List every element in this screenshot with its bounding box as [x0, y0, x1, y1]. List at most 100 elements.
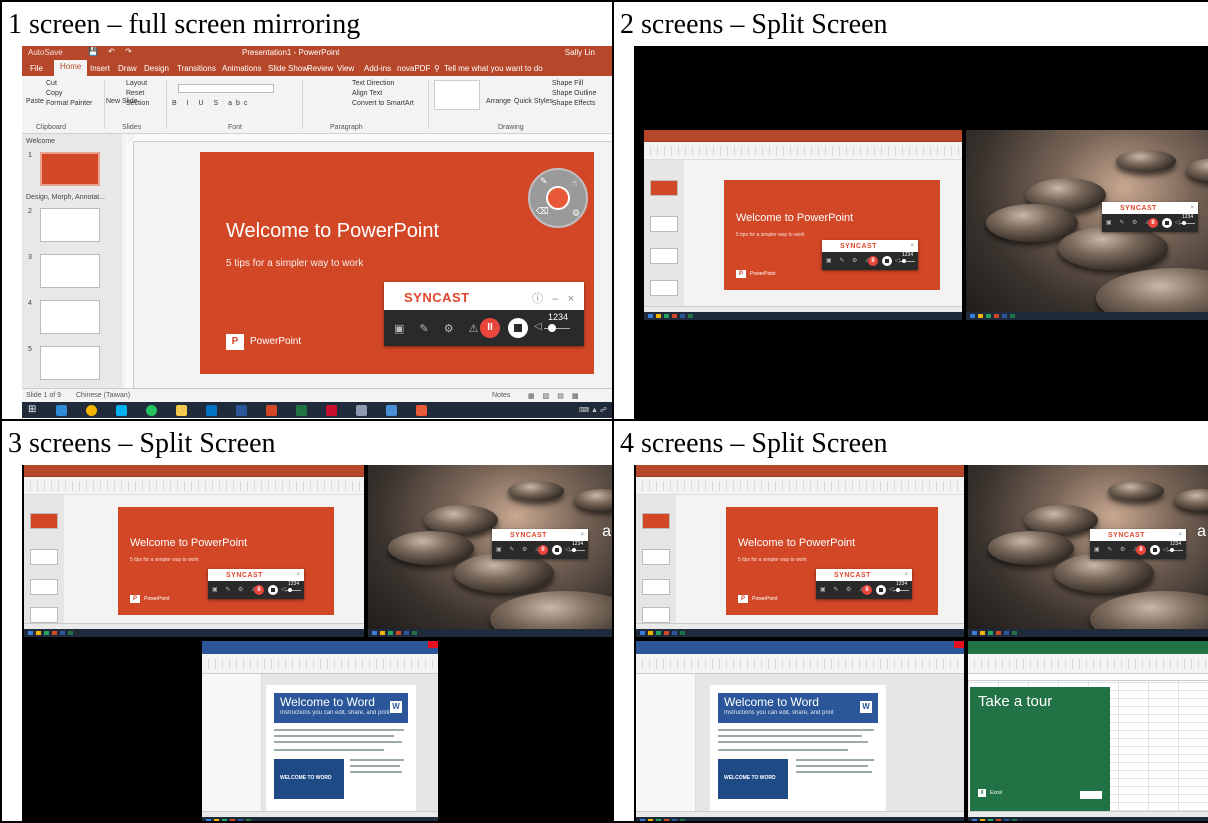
- reset-button[interactable]: Reset: [126, 90, 144, 97]
- file-explorer-icon[interactable]: [176, 405, 187, 416]
- stop-button[interactable]: [882, 256, 892, 266]
- acrobat-icon[interactable]: [326, 405, 337, 416]
- syncast-window-controls[interactable]: ⓘ – ×: [532, 290, 574, 306]
- tab-add-ins[interactable]: Add-ins: [364, 64, 391, 73]
- mini-desktop-screen[interactable]: a SYNCAST × ▣ ✎ ⚙ ⚠ II ◁ 1234: [368, 465, 613, 637]
- shape-fill-button[interactable]: Shape Fill: [552, 80, 583, 87]
- font-format-icons[interactable]: B I U S abc: [172, 100, 251, 107]
- pause-button[interactable]: II: [1148, 218, 1158, 228]
- tab-insert[interactable]: Insert: [90, 64, 110, 73]
- welcome-video[interactable]: WELCOME TO WORD: [718, 759, 788, 799]
- font-name-box[interactable]: [178, 84, 274, 93]
- tab-file[interactable]: File: [30, 64, 43, 73]
- tell-me-box[interactable]: Tell me what you want to do: [444, 64, 543, 73]
- user-name[interactable]: Sally Lin: [565, 48, 595, 57]
- app-icon[interactable]: [356, 405, 367, 416]
- syncast-tool-icons[interactable]: ▣ ✎ ⚙ ⚠: [826, 257, 873, 264]
- settings-icon[interactable]: ⚙: [572, 208, 580, 219]
- slide-thumbnail-3[interactable]: [40, 254, 100, 288]
- slide-thumbnail-5[interactable]: [40, 346, 100, 380]
- quick-access-icons[interactable]: 💾 ↶ ↷: [88, 47, 136, 56]
- notes-button[interactable]: Notes: [492, 392, 510, 399]
- close-icon[interactable]: ×: [1190, 205, 1194, 211]
- pointer-icon[interactable]: ☝: [572, 178, 577, 189]
- syncast-tool-icons[interactable]: ▣ ✎ ⚙ ⚠: [394, 322, 485, 335]
- layout-button[interactable]: Layout: [126, 80, 147, 87]
- tab-home[interactable]: Home: [54, 60, 88, 76]
- line-icon[interactable]: [146, 405, 157, 416]
- tab-review[interactable]: Review: [307, 64, 333, 73]
- tab-design[interactable]: Design: [144, 64, 169, 73]
- word-icon[interactable]: [236, 405, 247, 416]
- align-text-button[interactable]: Align Text: [352, 90, 382, 97]
- tab-animations[interactable]: Animations: [222, 64, 262, 73]
- section-welcome[interactable]: Welcome: [26, 138, 55, 145]
- close-icon[interactable]: ×: [580, 532, 584, 538]
- close-icon[interactable]: ×: [296, 572, 300, 578]
- stop-button[interactable]: [1162, 218, 1172, 228]
- quick-styles-button[interactable]: Quick Styles: [514, 98, 553, 105]
- pause-button[interactable]: II: [480, 318, 500, 338]
- pause-button[interactable]: II: [1136, 545, 1146, 555]
- stop-button[interactable]: [1150, 545, 1160, 555]
- stop-button[interactable]: [552, 545, 562, 555]
- mini-powerpoint-screen[interactable]: Welcome to PowerPoint 5 tips for a simpl…: [636, 465, 964, 637]
- mini-word-screen[interactable]: Welcome to Word Instructions you can edi…: [202, 641, 438, 821]
- language-status[interactable]: Chinese (Taiwan): [76, 392, 130, 399]
- autosave-label[interactable]: AutoSave: [28, 48, 63, 57]
- start-tour-button[interactable]: [1080, 791, 1102, 799]
- syncast-tool-icons[interactable]: ▣ ✎ ⚙ ⚠: [1094, 546, 1141, 553]
- section-button[interactable]: Section: [126, 100, 149, 107]
- mini-word-screen[interactable]: Welcome to Word Instructions you can edi…: [636, 641, 964, 821]
- syncast-tool-icons[interactable]: ▣ ✎ ⚙ ⚠: [212, 586, 259, 593]
- pause-button[interactable]: II: [538, 545, 548, 555]
- syncast-tool-icons[interactable]: ▣ ✎ ⚙ ⚠: [496, 546, 543, 553]
- pause-button[interactable]: II: [254, 585, 264, 595]
- slide-thumbnail-2[interactable]: [40, 208, 100, 242]
- volume-knob[interactable]: [548, 324, 556, 332]
- stop-button[interactable]: [876, 585, 886, 595]
- excel-icon[interactable]: [296, 405, 307, 416]
- edge-icon[interactable]: [56, 405, 67, 416]
- pause-button[interactable]: II: [868, 256, 878, 266]
- syncast-taskbar-icon[interactable]: [416, 405, 427, 416]
- stop-button[interactable]: [268, 585, 278, 595]
- mini-desktop-screen[interactable]: a SYNCAST × ▣ ✎ ⚙ ⚠ II ◁ 1234: [968, 465, 1208, 637]
- shape-outline-button[interactable]: Shape Outline: [552, 90, 596, 97]
- mini-powerpoint-screen[interactable]: Welcome to PowerPoint 5 tips for a simpl…: [644, 130, 962, 320]
- mini-powerpoint-screen[interactable]: Welcome to PowerPoint 5 tips for a simpl…: [24, 465, 364, 637]
- volume-knob[interactable]: [896, 588, 900, 592]
- tab-slide-show[interactable]: Slide Show: [268, 64, 308, 73]
- arrange-button[interactable]: Arrange: [486, 98, 511, 105]
- pen-icon[interactable]: ✎: [540, 176, 548, 187]
- windows-start-icon[interactable]: ⊞: [28, 405, 39, 416]
- volume-knob[interactable]: [1170, 548, 1174, 552]
- powerpoint-taskbar-icon[interactable]: [266, 405, 277, 416]
- minimize-icon[interactable]: –: [552, 293, 558, 305]
- tab-view[interactable]: View: [337, 64, 354, 73]
- paste-button[interactable]: Paste: [26, 98, 44, 105]
- take-a-tour-card[interactable]: Take a tour X Excel: [970, 687, 1110, 811]
- app-icon[interactable]: [386, 405, 397, 416]
- shapes-gallery[interactable]: [434, 80, 480, 110]
- close-icon[interactable]: ×: [1178, 532, 1182, 538]
- chrome-icon[interactable]: [86, 405, 97, 416]
- syncast-tool-icons[interactable]: ▣ ✎ ⚙ ⚠: [820, 586, 867, 593]
- close-icon[interactable]: [428, 641, 438, 648]
- welcome-video[interactable]: WELCOME TO WORD: [274, 759, 344, 799]
- document-page[interactable]: Welcome to Word Instructions you can edi…: [710, 685, 886, 811]
- close-icon[interactable]: ×: [568, 293, 574, 305]
- tab-novapdf[interactable]: novaPDF: [397, 64, 430, 73]
- volume-knob[interactable]: [572, 548, 576, 552]
- document-page[interactable]: Welcome to Word Instructions you can edi…: [266, 685, 416, 811]
- close-icon[interactable]: ×: [904, 572, 908, 578]
- mini-desktop-screen[interactable]: a SYNCAST × ▣ ✎ ⚙ ⚠ II ◁ 1234: [966, 130, 1208, 320]
- tab-draw[interactable]: Draw: [118, 64, 137, 73]
- view-buttons[interactable]: ▦▧▤▩: [528, 392, 586, 400]
- skype-icon[interactable]: [116, 405, 127, 416]
- outlook-icon[interactable]: [206, 405, 217, 416]
- syncast-tool-icons[interactable]: ▣ ✎ ⚙ ⚠: [1106, 219, 1153, 226]
- close-icon[interactable]: ×: [910, 243, 914, 249]
- convert-smartart-button[interactable]: Convert to SmartArt: [352, 100, 414, 107]
- eraser-icon[interactable]: ⌫: [536, 206, 549, 217]
